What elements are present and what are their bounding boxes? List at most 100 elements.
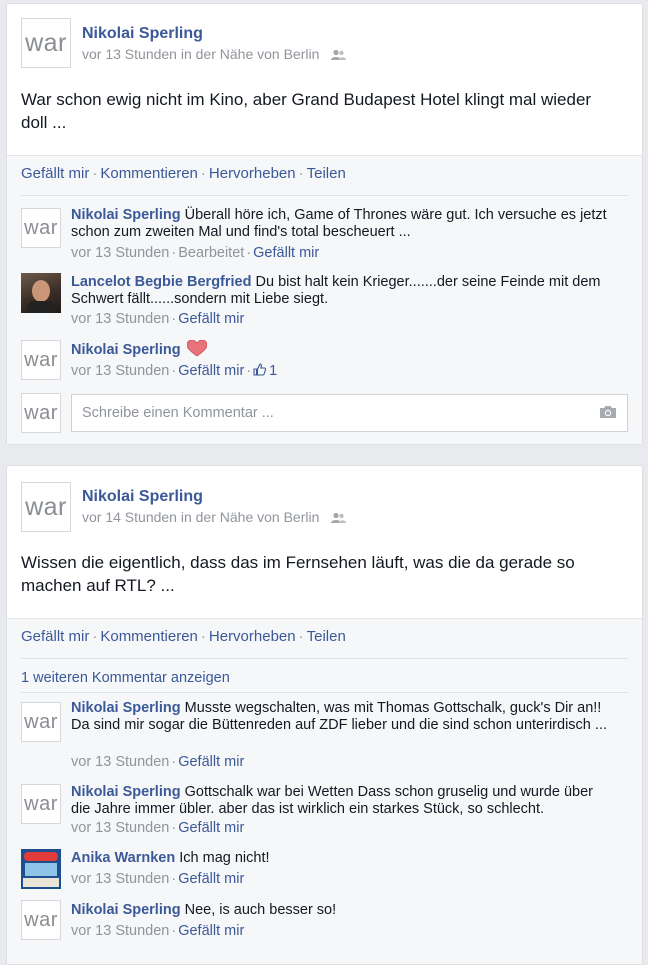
camera-icon[interactable] [599,405,617,419]
avatar-text: war [24,792,58,815]
edited-label[interactable]: Bearbeitet [178,245,244,261]
comment-author[interactable]: Nikolai Sperling [71,902,181,918]
separator: · [171,245,177,261]
comment-body: Nikolai Sperling [71,339,611,359]
post-timestamp[interactable]: vor 13 Stunden in der Nähe von Berlin [82,46,319,62]
comment-like-link[interactable]: Gefällt mir [178,871,244,887]
share-link[interactable]: Teilen [307,628,346,645]
author-avatar[interactable]: war [21,482,71,532]
divider [21,195,628,196]
separator: · [200,628,206,645]
comment-input[interactable]: Schreibe einen Kommentar ... [71,394,628,432]
post-actions: Gefällt mir · Kommentieren · Hervorheben · Tei… [21,165,346,182]
comment-time[interactable]: vor 13 Stunden [71,923,169,939]
separator: · [246,245,252,261]
comment-avatar[interactable]: war [21,784,61,824]
comment-avatar[interactable]: war [21,340,61,380]
avatar-text: war [25,492,67,521]
comment-time[interactable]: vor 13 Stunden [71,871,169,887]
separator: · [298,165,304,182]
highlight-link[interactable]: Hervorheben [209,165,296,182]
post-timestamp[interactable]: vor 14 Stunden in der Nähe von Berlin [82,509,319,525]
comment-avatar[interactable]: war [21,208,61,248]
comment-meta: vor 13 Stunden · Gefällt mir [71,871,244,887]
comment-avatar[interactable]: war [21,900,61,940]
show-more-comments-link[interactable]: 1 weiteren Kommentar anzeigen [21,670,230,686]
comment-time[interactable]: vor 13 Stunden [71,363,169,379]
comment-input-placeholder: Schreibe einen Kommentar ... [82,405,274,421]
composer-avatar: war [21,393,61,433]
separator: · [171,820,177,836]
post-meta: vor 13 Stunden in der Nähe von Berlin [82,46,347,62]
post-card: war Nikolai Sperling vor 13 Stunden in d… [6,3,643,445]
avatar-photo-shoulders [27,301,55,313]
separator: · [92,628,98,645]
avatar-text: war [25,28,67,57]
separator: · [246,363,252,379]
share-link[interactable]: Teilen [307,165,346,182]
like-link[interactable]: Gefällt mir [21,165,89,182]
author-avatar[interactable]: war [21,18,71,68]
post-author-name[interactable]: Nikolai Sperling [82,488,203,506]
comment-time[interactable]: vor 13 Stunden [71,311,169,327]
comment-author[interactable]: Lancelot Begbie Bergfried [71,274,251,290]
avatar-text: war [24,710,58,733]
separator: · [298,628,304,645]
comment-like-link[interactable]: Gefällt mir [178,923,244,939]
comment-author[interactable]: Nikolai Sperling [71,700,181,716]
comment-time[interactable]: vor 13 Stunden [71,245,169,261]
comment-meta: vor 13 Stunden · Bearbeitet · Gefällt mir [71,245,319,261]
comment-like-link[interactable]: Gefällt mir [178,820,244,836]
separator: · [171,923,177,939]
divider [21,692,628,693]
comment-like-link[interactable]: Gefällt mir [178,311,244,327]
thumbs-up-icon [253,363,267,376]
comment-like-link[interactable]: Gefällt mir [253,245,319,261]
comment-time[interactable]: vor 13 Stunden [71,820,169,836]
avatar-photo-ground [23,878,59,887]
comment-time[interactable]: vor 13 Stunden [71,754,169,770]
comment-author[interactable]: Nikolai Sperling [71,342,181,358]
post-author-name[interactable]: Nikolai Sperling [82,25,203,43]
divider [21,658,628,659]
comment-body: Nikolai Sperling Gottschalk war bei Wett… [71,784,611,818]
avatar-text: war [24,216,58,239]
separator: · [171,311,177,327]
post-message: Wissen die eigentlich, dass das im Ferns… [21,553,575,595]
comment-body: Lancelot Begbie Bergfried Du bist halt k… [71,274,611,308]
heart-icon [186,339,208,357]
comment-author[interactable]: Nikolai Sperling [71,784,181,800]
comment-author[interactable]: Anika Warnken [71,850,175,866]
comment-avatar[interactable] [21,849,61,889]
comment-avatar[interactable]: war [21,702,61,742]
avatar-photo-sky [25,863,57,876]
highlight-link[interactable]: Hervorheben [209,628,296,645]
separator: · [171,871,177,887]
divider [7,155,642,156]
separator: · [200,165,206,182]
like-count-value: 1 [269,363,278,379]
avatar-photo-face [32,280,50,302]
comment-like-link[interactable]: Gefällt mir [178,754,244,770]
comment-body: Nikolai Sperling Musste wegschalten, was… [71,700,611,734]
comment-meta: vor 13 Stunden · Gefällt mir [71,754,244,770]
comment-link[interactable]: Kommentieren [100,165,198,182]
friends-icon[interactable] [331,512,347,524]
friends-icon[interactable] [331,49,347,61]
post-message: War schon ewig nicht im Kino, aber Grand… [21,90,592,132]
like-link[interactable]: Gefällt mir [21,628,89,645]
comment-body: Anika Warnken Ich mag nicht! [71,850,611,867]
comment-meta: vor 13 Stunden · Gefällt mir · 1 [71,363,277,379]
comment-like-count[interactable]: 1 [253,363,277,379]
comment-avatar[interactable] [21,273,61,313]
avatar-photo-banner [24,852,58,861]
post-card: war Nikolai Sperling vor 14 Stunden in d… [6,465,643,965]
comment-author[interactable]: Nikolai Sperling [71,207,181,223]
comment-like-link[interactable]: Gefällt mir [178,363,244,379]
post-actions: Gefällt mir · Kommentieren · Hervorheben · Tei… [21,628,346,645]
comment-body: Nikolai Sperling Nee, is auch besser so! [71,902,611,919]
comment-meta: vor 13 Stunden · Gefällt mir [71,311,244,327]
separator: · [171,754,177,770]
comment-link[interactable]: Kommentieren [100,628,198,645]
comment-text: Nee, is auch besser so! [184,902,337,918]
